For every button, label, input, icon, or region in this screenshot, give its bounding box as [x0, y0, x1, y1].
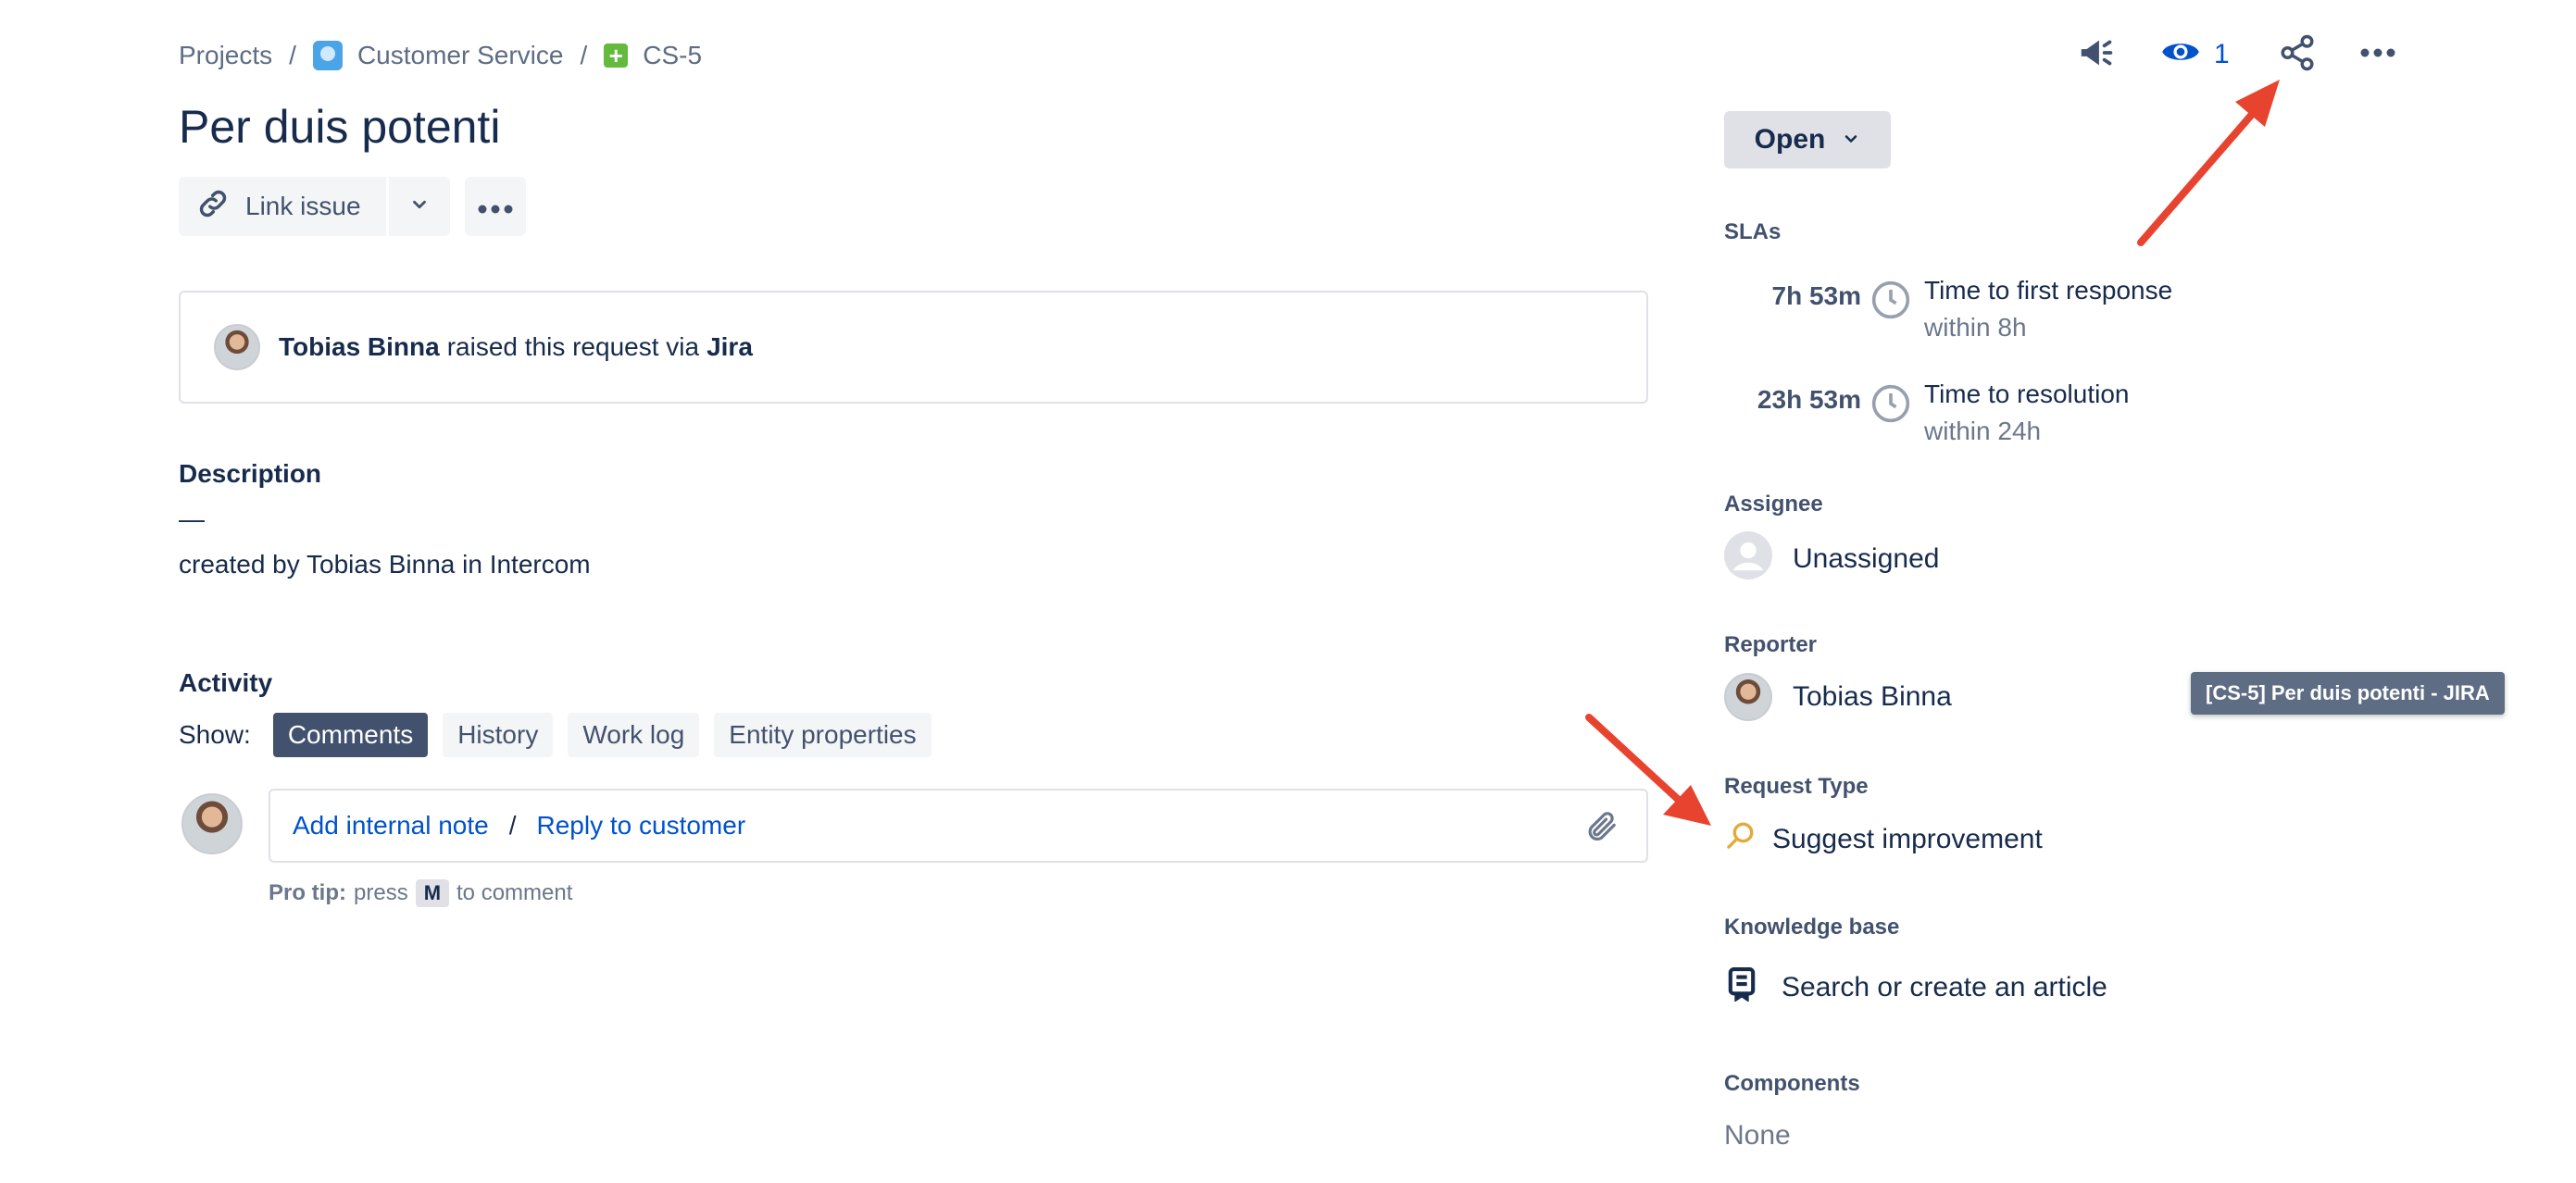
request-type-value: Suggest improvement — [1772, 824, 2043, 854]
chevron-down-icon — [409, 192, 430, 221]
sla-goal: within 8h — [1924, 313, 2027, 342]
lightbulb-icon — [1724, 820, 1756, 859]
add-internal-note-link[interactable]: Add internal note — [293, 811, 489, 841]
reporter-heading: Reporter — [1724, 632, 1818, 657]
description-dash: — — [179, 504, 205, 533]
raised-by-name[interactable]: Tobias Binna — [279, 332, 440, 362]
comment-separator: / — [508, 811, 517, 840]
clock-icon — [1870, 280, 1911, 325]
assignee-value: Unassigned — [1793, 543, 1940, 574]
clock-icon — [1870, 383, 1911, 429]
breadcrumb-separator: / — [289, 41, 296, 69]
reporter-avatar — [214, 324, 260, 370]
tab-history[interactable]: History — [443, 713, 554, 757]
book-icon — [1728, 966, 1756, 1009]
reporter-field[interactable]: Tobias Binna — [1724, 673, 1952, 721]
raised-via-text: raised this request via — [446, 332, 700, 361]
arrow-to-share-icon — [2137, 80, 2280, 246]
reporter-value: Tobias Binna — [1793, 681, 1952, 712]
project-avatar-icon — [312, 41, 343, 70]
tab-work-log[interactable]: Work log — [568, 713, 700, 757]
breadcrumb: Projects / Customer Service / + CS-5 — [179, 37, 702, 74]
sla-remaining: 23h 53m — [1757, 385, 1861, 414]
pro-tip: Pro tip: press M to comment — [269, 879, 572, 907]
breadcrumb-issue-key-link[interactable]: CS-5 — [643, 41, 702, 70]
slas-heading: SLAs — [1724, 219, 1782, 244]
chevron-down-icon — [1842, 124, 1860, 156]
breadcrumb-separator: / — [580, 41, 588, 69]
description-heading: Description — [179, 459, 322, 488]
more-icon[interactable] — [2359, 46, 2396, 63]
more-actions-button[interactable] — [465, 177, 526, 236]
components-heading: Components — [1724, 1071, 1860, 1096]
sla-item: 23h 53m Time to resolution within 24h — [1724, 380, 2130, 446]
request-type-field[interactable]: Suggest improvement — [1724, 820, 2043, 859]
breadcrumb-projects-link[interactable]: Projects — [179, 41, 272, 70]
assignee-heading: Assignee — [1724, 492, 1823, 517]
tab-entity-properties[interactable]: Entity properties — [714, 713, 932, 757]
description-text[interactable]: created by Tobias Binna in Intercom — [179, 550, 591, 579]
sla-name: Time to first response — [1924, 276, 2173, 305]
watchers-button[interactable]: 1 — [2160, 35, 2230, 73]
sla-name: Time to resolution — [1924, 380, 2130, 408]
knowledge-base-field[interactable]: Search or create an article — [1728, 966, 2107, 1009]
comment-box[interactable]: Add internal note / Reply to customer — [269, 789, 1648, 863]
tooltip: [CS-5] Per duis potenti - JIRA — [2191, 672, 2505, 715]
watchers-count: 1 — [2214, 38, 2230, 69]
keyboard-shortcut-key: M — [415, 879, 450, 907]
knowledge-base-value: Search or create an article — [1782, 972, 2107, 1002]
paperclip-icon[interactable] — [1583, 809, 1619, 851]
issue-title[interactable]: Per duis potenti — [179, 100, 500, 154]
tab-comments[interactable]: Comments — [272, 713, 429, 757]
share-icon[interactable] — [2278, 33, 2317, 77]
megaphone-icon[interactable] — [2076, 31, 2119, 79]
eye-icon — [2160, 35, 2201, 73]
sla-goal: within 24h — [1924, 417, 2042, 445]
knowledge-base-heading: Knowledge base — [1724, 915, 1900, 940]
unassigned-avatar-icon — [1724, 531, 1772, 587]
request-type-heading: Request Type — [1724, 774, 1869, 799]
pro-tip-press: press — [354, 880, 408, 905]
status-dropdown[interactable]: Open — [1724, 111, 1891, 168]
pro-tip-label: Pro tip: — [269, 880, 346, 905]
reporter-avatar — [1724, 673, 1772, 721]
issue-type-icon: + — [604, 44, 629, 68]
link-issue-button[interactable]: Link issue — [179, 177, 386, 236]
sla-item: 7h 53m Time to first response within 8h — [1724, 276, 2173, 342]
breadcrumb-project-link[interactable]: Customer Service — [357, 41, 564, 70]
assignee-field[interactable]: Unassigned — [1724, 531, 1939, 587]
status-label: Open — [1754, 124, 1826, 155]
link-issue-label: Link issue — [245, 192, 361, 220]
activity-filter: Show: Comments History Work log Entity p… — [179, 713, 932, 757]
sla-remaining: 7h 53m — [1771, 281, 1862, 310]
activity-heading: Activity — [179, 668, 273, 697]
raised-via-channel: Jira — [707, 332, 753, 361]
reply-to-customer-link[interactable]: Reply to customer — [537, 811, 746, 841]
more-icon — [477, 192, 514, 221]
current-user-avatar — [181, 793, 243, 854]
link-icon — [195, 186, 231, 228]
activity-show-label: Show: — [179, 720, 251, 749]
link-issue-dropdown-button[interactable] — [389, 177, 450, 236]
raised-via-panel: Tobias Binna raised this request via Jir… — [179, 291, 1648, 404]
issue-toolbar: Link issue — [179, 177, 526, 236]
components-value[interactable]: None — [1724, 1120, 1791, 1152]
pro-tip-tail: to comment — [456, 880, 573, 905]
